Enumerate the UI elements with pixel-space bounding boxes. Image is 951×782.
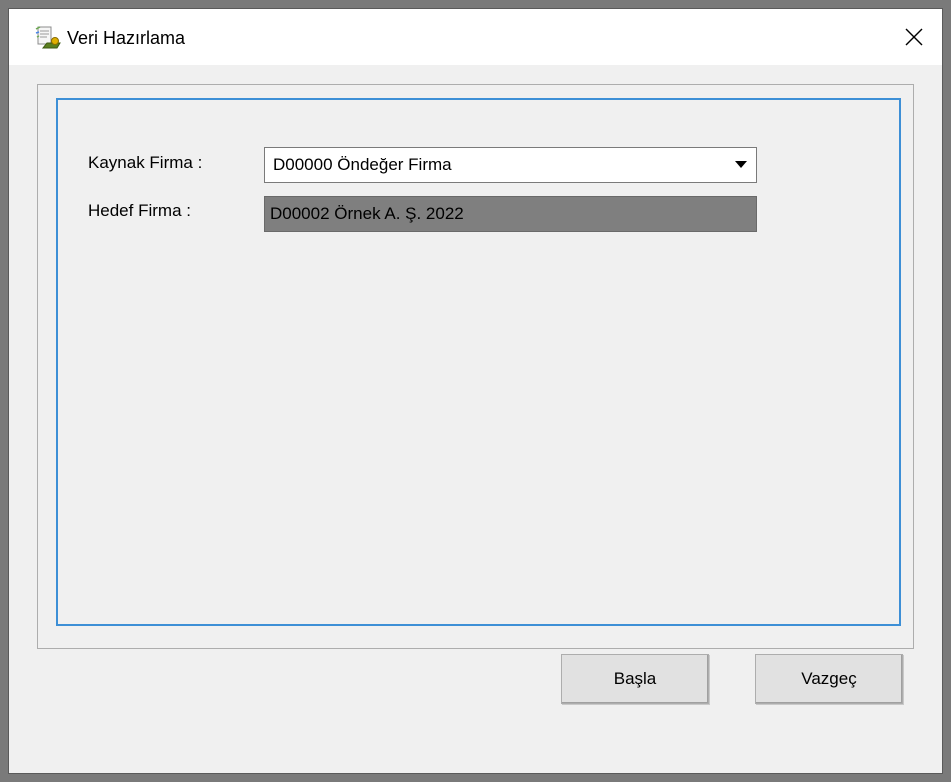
- dropdown-arrow-icon[interactable]: [726, 148, 756, 182]
- dialog-window: Veri Hazırlama Kaynak Firma : D00000 Önd…: [8, 8, 943, 774]
- target-firm-value: D00002 Örnek A. Ş. 2022: [270, 204, 464, 223]
- source-firm-label: Kaynak Firma :: [88, 153, 203, 172]
- cancel-button[interactable]: Vazgeç: [755, 654, 903, 704]
- target-firm-label: Hedef Firma :: [88, 201, 191, 220]
- content-group: Kaynak Firma : D00000 Öndeğer Firma Hede…: [37, 84, 914, 649]
- start-button[interactable]: Başla: [561, 654, 709, 704]
- window-title: Veri Hazırlama: [67, 28, 186, 48]
- title-bar: Veri Hazırlama: [9, 9, 942, 65]
- source-firm-value: D00000 Öndeğer Firma: [273, 155, 452, 174]
- form-panel: Kaynak Firma : D00000 Öndeğer Firma Hede…: [56, 98, 901, 626]
- source-firm-dropdown[interactable]: D00000 Öndeğer Firma: [264, 147, 757, 183]
- target-firm-field: D00002 Örnek A. Ş. 2022: [264, 196, 757, 232]
- close-button[interactable]: [886, 9, 942, 65]
- close-icon: [905, 28, 923, 46]
- data-prep-icon: [35, 25, 61, 51]
